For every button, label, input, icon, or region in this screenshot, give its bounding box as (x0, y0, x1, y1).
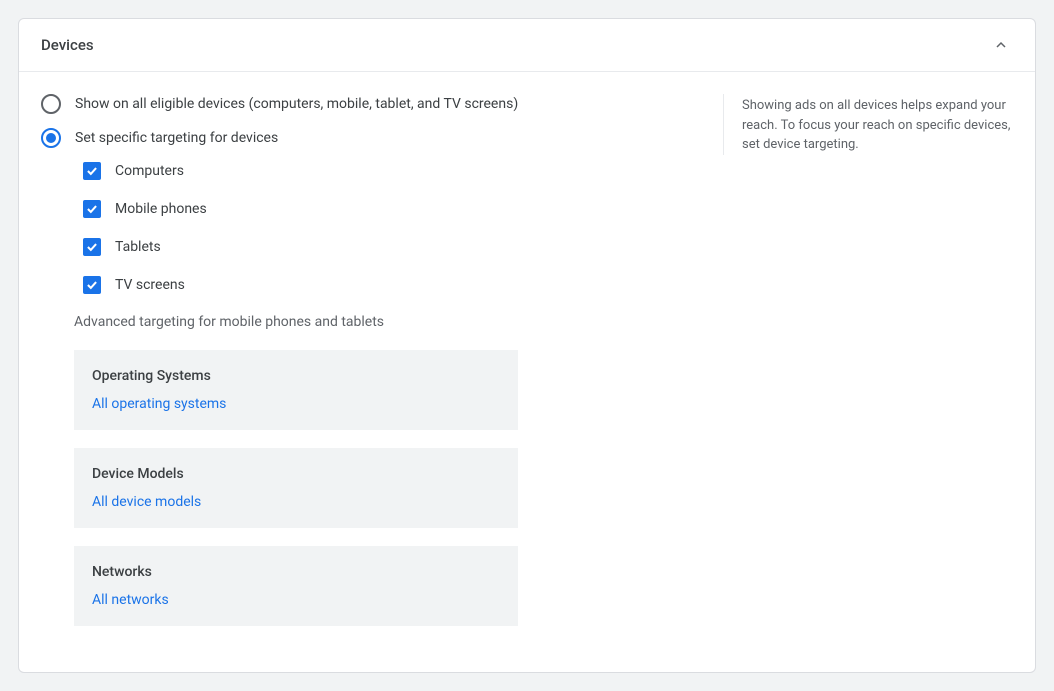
checkbox-mobile-phones[interactable]: Mobile phones (83, 200, 723, 218)
radio-icon (41, 94, 61, 114)
advanced-card-device-models[interactable]: Device Models All device models (74, 448, 518, 528)
advanced-card-title: Device Models (92, 466, 500, 482)
advanced-card-title: Operating Systems (92, 368, 500, 384)
checkbox-tv-screens[interactable]: TV screens (83, 276, 723, 294)
advanced-card-title: Networks (92, 564, 500, 580)
checkbox-label: Computers (115, 163, 184, 179)
chevron-up-icon (993, 37, 1009, 53)
advanced-card-operating-systems[interactable]: Operating Systems All operating systems (74, 350, 518, 430)
radio-all-devices[interactable]: Show on all eligible devices (computers,… (41, 94, 723, 114)
device-checkbox-list: Computers Mobile phones Tablets (83, 162, 723, 294)
advanced-card-networks[interactable]: Networks All networks (74, 546, 518, 626)
radio-inner-dot (46, 133, 56, 143)
help-sidebar: Showing ads on all devices helps expand … (723, 94, 1013, 155)
checkbox-checked-icon (83, 238, 101, 256)
checkbox-checked-icon (83, 162, 101, 180)
checkbox-checked-icon (83, 200, 101, 218)
panel-title: Devices (41, 36, 94, 54)
checkbox-tablets[interactable]: Tablets (83, 238, 723, 256)
checkbox-label: TV screens (115, 277, 185, 293)
checkbox-computers[interactable]: Computers (83, 162, 723, 180)
advanced-card-link: All networks (92, 592, 500, 608)
panel-body: Show on all eligible devices (computers,… (19, 72, 1035, 672)
collapse-button[interactable] (989, 33, 1013, 57)
panel-header: Devices (19, 19, 1035, 72)
advanced-heading: Advanced targeting for mobile phones and… (74, 314, 723, 330)
advanced-card-link: All device models (92, 494, 500, 510)
help-text: Showing ads on all devices helps expand … (742, 96, 1013, 155)
advanced-card-link: All operating systems (92, 396, 500, 412)
advanced-targeting-list: Operating Systems All operating systems … (74, 350, 518, 626)
radio-specific-devices-label: Set specific targeting for devices (75, 130, 278, 146)
checkbox-label: Mobile phones (115, 201, 207, 217)
checkbox-label: Tablets (115, 239, 161, 255)
radio-icon-selected (41, 128, 61, 148)
devices-panel: Devices Show on all eligible devices (co… (18, 18, 1036, 673)
options-column: Show on all eligible devices (computers,… (41, 94, 723, 644)
radio-specific-devices[interactable]: Set specific targeting for devices (41, 128, 723, 148)
checkbox-checked-icon (83, 276, 101, 294)
radio-all-devices-label: Show on all eligible devices (computers,… (75, 96, 518, 112)
